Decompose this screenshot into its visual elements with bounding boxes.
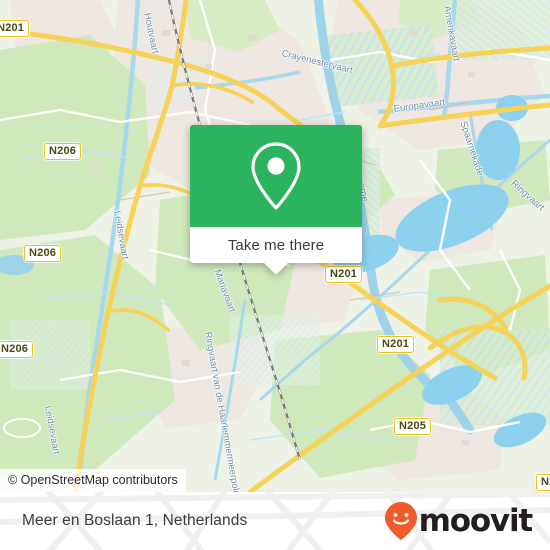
road-shield-n2: N2 [536, 474, 550, 491]
map-viewport[interactable]: N201N206N206N206N201N201N205N2 Houtvaart… [0, 0, 550, 492]
road-shield-n201: N201 [325, 266, 363, 283]
road-shield-n205: N205 [394, 418, 432, 435]
callout-pointer [264, 263, 288, 275]
road-shield-n206: N206 [0, 341, 34, 358]
osm-attribution[interactable]: © OpenStreetMap contributors [0, 469, 186, 492]
road-shield-n201: N201 [377, 336, 415, 353]
road-shield-n206: N206 [44, 143, 82, 160]
location-callout[interactable]: Take me there [190, 125, 362, 275]
footer-bar: Meer en Boslaan 1, Netherlands moovit [0, 492, 550, 550]
moovit-logo[interactable]: moovit [384, 501, 534, 541]
footer-content: Meer en Boslaan 1, Netherlands moovit [0, 492, 550, 550]
road-shield-n206: N206 [24, 245, 62, 262]
moovit-wordmark: moovit [418, 502, 534, 539]
callout-image-panel [190, 125, 362, 227]
moovit-map-page: N201N206N206N206N201N201N205N2 Houtvaart… [0, 0, 550, 550]
take-me-there-label: Take me there [227, 236, 325, 254]
moovit-pin-icon [384, 502, 417, 540]
road-shield-n201: N201 [0, 20, 30, 37]
take-me-there-button[interactable]: Take me there [190, 227, 362, 263]
map-pin-icon [251, 142, 301, 210]
address-text: Meer en Boslaan 1, Netherlands [22, 512, 248, 529]
